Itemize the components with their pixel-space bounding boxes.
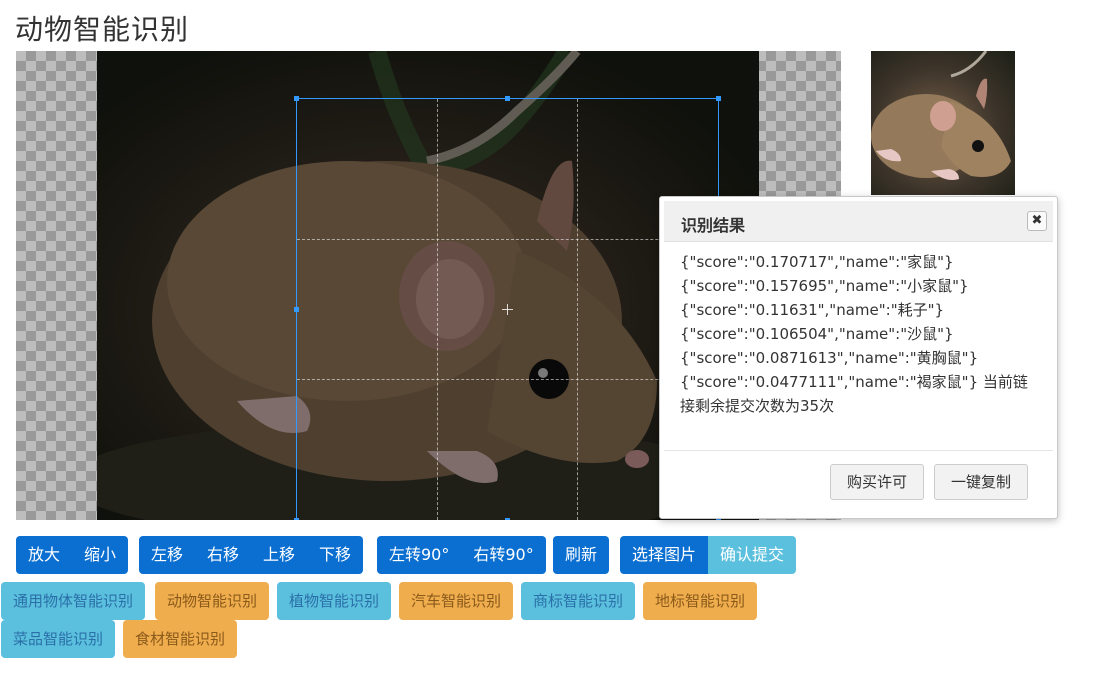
crop-handle-ne[interactable] xyxy=(716,96,721,101)
result-content: {"score":"0.170717","name":"家鼠"} {"score… xyxy=(680,250,1039,418)
crop-handle-s[interactable] xyxy=(505,518,510,520)
result-dialog: 识别结果 ✖ {"score":"0.170717","name":"家鼠"} … xyxy=(659,196,1058,519)
crop-handle-w[interactable] xyxy=(294,307,299,312)
category-ingredient[interactable]: 食材智能识别 xyxy=(123,620,238,658)
close-icon[interactable]: ✖ xyxy=(1027,211,1047,231)
rotate-left-button[interactable]: 左转90° xyxy=(377,536,462,574)
move-down-button[interactable]: 下移 xyxy=(307,536,364,574)
upload-button-group: 选择图片 确认提交 xyxy=(620,536,797,574)
result-line: {"score":"0.170717","name":"家鼠"} xyxy=(680,253,954,271)
crop-guide-horizontal xyxy=(297,379,718,380)
zoom-button-group: 放大 缩小 xyxy=(16,536,129,574)
category-logo[interactable]: 商标智能识别 xyxy=(521,582,636,620)
zoom-in-button[interactable]: 放大 xyxy=(16,536,73,574)
dialog-footer: 购买许可 一键复制 xyxy=(664,450,1053,510)
move-left-button[interactable]: 左移 xyxy=(139,536,196,574)
preview-mouse-photo xyxy=(871,51,1011,180)
rotate-button-group: 左转90° 右转90° xyxy=(377,536,546,574)
crop-handle-n[interactable] xyxy=(505,96,510,101)
dialog-header: 识别结果 ✖ xyxy=(664,201,1053,242)
category-plant[interactable]: 植物智能识别 xyxy=(277,582,392,620)
category-dish[interactable]: 菜品智能识别 xyxy=(1,620,116,658)
result-line: {"score":"0.11631","name":"耗子"} xyxy=(680,301,945,319)
submit-button[interactable]: 确认提交 xyxy=(708,536,797,574)
result-line: {"score":"0.106504","name":"沙鼠"} xyxy=(680,325,954,343)
crop-guide-vertical xyxy=(437,99,438,520)
crop-guide-horizontal xyxy=(297,239,718,240)
crop-handle-nw[interactable] xyxy=(294,96,299,101)
result-line: {"score":"0.157695","name":"小家鼠"} xyxy=(680,277,969,295)
page-title: 动物智能识别 xyxy=(15,13,190,46)
category-car[interactable]: 汽车智能识别 xyxy=(399,582,514,620)
move-button-group: 左移 右移 上移 下移 xyxy=(139,536,364,574)
category-animal[interactable]: 动物智能识别 xyxy=(155,582,270,620)
move-right-button[interactable]: 右移 xyxy=(195,536,252,574)
category-landmark[interactable]: 地标智能识别 xyxy=(643,582,758,620)
crop-box[interactable] xyxy=(294,96,721,520)
move-up-button[interactable]: 上移 xyxy=(251,536,308,574)
refresh-button[interactable]: 刷新 xyxy=(553,536,610,574)
choose-image-button[interactable]: 选择图片 xyxy=(620,536,709,574)
dialog-title: 识别结果 xyxy=(681,216,746,235)
result-line: {"score":"0.0871613","name":"黄胸鼠"} xyxy=(680,349,979,367)
result-line-with-quota: {"score":"0.0477111","name":"褐家鼠"} 当前链接剩… xyxy=(680,373,1028,415)
buy-license-button[interactable]: 购买许可 xyxy=(830,464,925,500)
copy-all-button[interactable]: 一键复制 xyxy=(934,464,1029,500)
crop-handle-sw[interactable] xyxy=(294,518,299,520)
category-general-object[interactable]: 通用物体智能识别 xyxy=(1,582,146,620)
rotate-right-button[interactable]: 右转90° xyxy=(461,536,546,574)
crop-guide-vertical xyxy=(577,99,578,520)
refresh-button-group: 刷新 xyxy=(553,536,610,574)
crop-center-marker xyxy=(502,304,513,315)
crop-preview xyxy=(871,51,1015,195)
zoom-out-button[interactable]: 缩小 xyxy=(72,536,129,574)
